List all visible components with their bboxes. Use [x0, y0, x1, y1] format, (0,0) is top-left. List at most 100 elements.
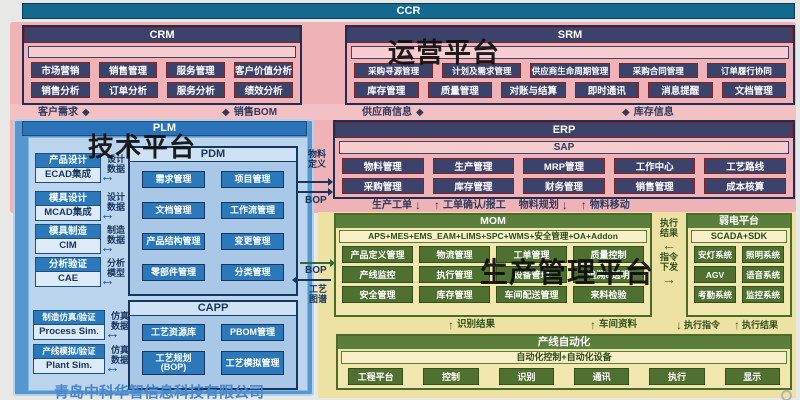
mom-title: MOM — [336, 215, 650, 228]
module-chip: 产品结构管理 — [142, 233, 205, 250]
module-chip: 生产管理 — [433, 158, 515, 174]
flow-label-text: 库存信息 — [634, 106, 674, 119]
module-chip: 监控系统 — [742, 286, 784, 303]
flow-label-customer-demand: 客户需求 ◆ — [38, 106, 90, 119]
technology-platform-title: 技术平台 — [88, 127, 196, 164]
erp-panel: ERP SAP 物料管理 生产管理 MRP管理 工作中心 工艺路线 采购管理 库… — [333, 120, 795, 199]
scada-title: 弱电平台 — [688, 215, 790, 228]
group-title: 分析验证 — [35, 257, 101, 271]
module-chip: 销售分析 — [31, 82, 90, 98]
group-tool: Plant Sim. — [33, 358, 105, 374]
flow-label-text: 供应商信息 — [362, 106, 412, 119]
scada-row-1: 安灯系统 照明系统 — [694, 246, 784, 263]
erp-row-2: 采购管理 库存管理 财务管理 销售管理 成本核算 — [342, 178, 786, 194]
module-chip: 工艺规划 (BOP) — [142, 351, 205, 375]
diamond-icon: ◆ — [222, 106, 230, 119]
down-arrow-icon: ↓ — [562, 199, 568, 212]
scada-panel: 弱电平台 SCADA+SDK 安灯系统 照明系统 AGV 语音系统 考勤系统 监… — [686, 213, 792, 317]
erp-mom-flows: 生产工单 ↓ ↑ 工单确认/报工 物料规划 ↓ ↑ 物料移动 — [372, 199, 630, 212]
module-chip: 考勤系统 — [694, 286, 736, 303]
mom-subtitle: APS+MES+EMS_EAM+LIMS+SPC+WMS+安全管理+OA+Add… — [339, 230, 647, 243]
flow-label-exec-result: ↑ 执行结果 — [734, 319, 778, 331]
module-chip: 安灯系统 — [694, 246, 736, 263]
module-chip: 质量管理 — [428, 82, 493, 98]
group-title: 产线模拟/验证 — [33, 344, 105, 358]
connector-label-material-definition: 物料 定义 — [303, 149, 331, 169]
flow-label-text: 工单确认/报工 — [443, 199, 506, 212]
left-arrow — [297, 279, 331, 281]
module-chip: 客户价值分析 — [234, 62, 293, 78]
module-chip: 订单履行协同 — [707, 63, 786, 78]
module-chip: 产线监控 — [342, 266, 413, 283]
connector-label-bop-top: BOP — [305, 196, 327, 206]
automation-title: 产线自动化 — [338, 336, 790, 349]
plm-group-manufacturing-simulation: 制造仿真/验证 Process Sim. — [33, 310, 105, 340]
module-chip: 需求管理 — [142, 171, 205, 188]
flow-label-supplier-info: 供应商信息 ◆ — [362, 106, 424, 119]
module-chip: 产品定义管理 — [342, 246, 413, 263]
link-label-exec-result: 执行 结果 — [655, 218, 683, 238]
link-line1: 设计 — [103, 192, 129, 202]
down-arrow-icon: ↓ — [676, 319, 682, 331]
ccr-bar: CCR — [22, 3, 795, 19]
bidirectional-arrow-icon: ↔ — [100, 169, 115, 184]
module-chip: 财务管理 — [523, 178, 605, 194]
module-chip: 控制 — [423, 368, 478, 385]
crm-strip — [28, 46, 296, 58]
flow-label-text: 物料移动 — [590, 199, 630, 212]
flow-label-text: 物料规划 — [519, 199, 559, 212]
bidirectional-arrow-icon: ↔ — [100, 273, 115, 288]
diamond-icon: ◆ — [82, 106, 90, 119]
flow-label-text: 客户需求 — [38, 106, 78, 119]
module-chip: 工艺路线 — [704, 158, 786, 174]
up-arrow-icon: ↑ — [434, 199, 440, 212]
module-chip: MRP管理 — [523, 158, 605, 174]
link-label-command-dispatch: 指令 下发 — [655, 252, 683, 272]
module-chip: 消息提醒 — [648, 82, 713, 98]
module-chip: 安全管理 — [342, 286, 413, 303]
connector-label-process-map: 工艺 图谱 — [304, 284, 332, 304]
module-chip: 库存管理 — [433, 178, 515, 194]
capp-grid: 工艺资源库 PBOM管理 工艺规划 (BOP) 工艺模拟管理 — [130, 316, 296, 388]
module-chip: 采购管理 — [342, 178, 424, 194]
label-line1: 物料 — [303, 149, 331, 159]
label-line1: 工艺 — [304, 284, 332, 294]
label-line2: 定义 — [303, 159, 331, 169]
flow-item: 物料规划 ↓ — [519, 199, 568, 212]
module-chip: 订单分析 — [99, 82, 158, 98]
production-platform-title: 生产管理平台 — [480, 251, 654, 291]
module-chip: AGV — [694, 266, 736, 283]
module-chip: 语音系统 — [742, 266, 784, 283]
right-arrow — [300, 262, 330, 264]
flow-label-recognition-result: ↑ 识别结果 — [448, 319, 495, 331]
crm-title: CRM — [24, 27, 300, 43]
group-tool: ECAD集成 — [35, 167, 101, 183]
automation-panel: 产线自动化 自动化控制+自动化设备 工程平台 控制 识别 通讯 执行 显示 — [336, 334, 792, 390]
group-tool: MCAD集成 — [35, 205, 101, 221]
module-chip: 项目管理 — [221, 171, 284, 188]
group-tool: Process Sim. — [33, 324, 105, 340]
module-chip: 成本核算 — [704, 178, 786, 194]
flow-label-inventory-info: ◆ 库存信息 — [622, 106, 674, 119]
flow-label-text: 生产工单 — [372, 199, 412, 212]
group-title: 制造仿真/验证 — [33, 310, 105, 324]
module-chip: 销售管理 — [614, 178, 696, 194]
plm-group-mold-manufacturing: 模具制造 CIM — [35, 224, 101, 254]
module-chip: 库存管理 — [354, 82, 419, 98]
label-line1: 指令 — [655, 252, 683, 262]
flow-label-text: 识别结果 — [457, 319, 495, 331]
module-chip: 变更管理 — [221, 233, 284, 250]
flow-label-sales-bom: ◆ 销售BOM — [222, 106, 277, 119]
left-arrow-icon: ← — [655, 238, 683, 252]
capp-title: CAPP — [130, 302, 296, 316]
bidirectional-arrow-icon: ↔ — [105, 326, 120, 341]
pdm-grid: 需求管理 项目管理 文档管理 工作流管理 产品结构管理 变更管理 零部件管理 分… — [130, 162, 296, 294]
flow-label-text: 销售BOM — [234, 106, 277, 119]
srm-row-2: 库存管理 质量管理 对账与结算 即时通讯 消息提醒 文档管理 — [354, 82, 786, 98]
module-chip: 零部件管理 — [142, 264, 205, 281]
up-arrow-icon: ↑ — [590, 319, 596, 331]
module-chip: 采购合同管理 — [619, 63, 698, 78]
watermark: 青岛中科华智信息科技有限公司 — [54, 381, 264, 400]
connector-label-bop-mid: BOP — [305, 266, 327, 276]
link-line1: 分析 — [103, 258, 129, 268]
